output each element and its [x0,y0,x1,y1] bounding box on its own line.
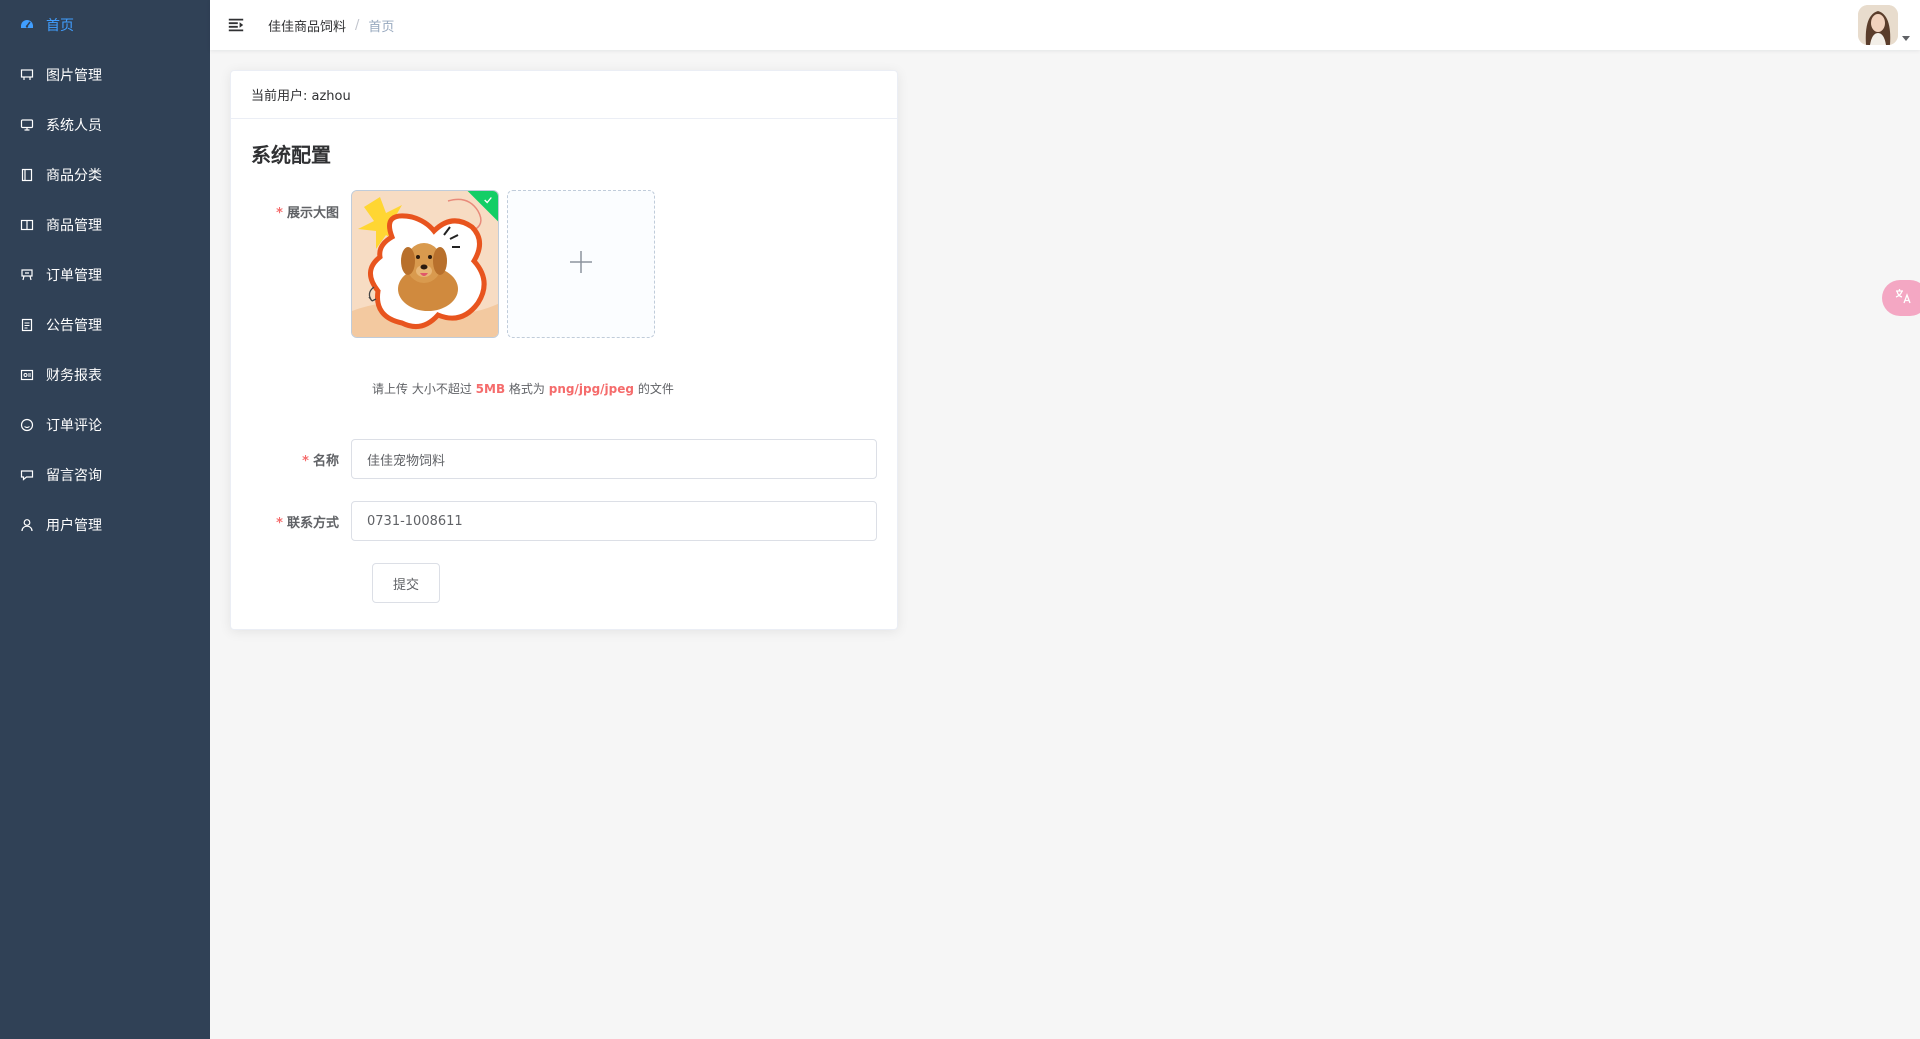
report-icon [20,368,34,382]
breadcrumb-item-site[interactable]: 佳佳商品饲料 [268,16,346,35]
sidebar-item-label: 订单评论 [46,418,102,434]
sidebar-item-label: 订单管理 [46,268,102,284]
user-icon [20,518,34,532]
book-icon [20,218,34,232]
sidebar-item-products[interactable]: 商品管理 [0,200,210,250]
breadcrumb-item-home: 首页 [368,19,395,35]
sidebar-item-label: 公告管理 [46,318,102,334]
sidebar-item-label: 用户管理 [46,518,102,534]
sidebar-item-pictures[interactable]: 图片管理 [0,50,210,100]
hint-prefix: 请上传 大小不超过 [372,382,472,396]
plus-icon [567,248,595,280]
system-config-card: 当前用户: azhou 系统配置 * 展示大图 请上传 大小不超过 5MB 格式… [230,70,898,630]
submit-button[interactable]: 提交 [372,563,441,603]
upload-list [351,190,655,338]
translate-icon [1894,287,1912,309]
hint-formats: png/jpg/jpeg [548,382,634,396]
picture-icon [20,68,34,82]
document-icon [20,318,34,332]
uploaded-image-thumbnail[interactable] [351,190,499,338]
sidebar-item-home[interactable]: 首页 [0,0,210,50]
check-icon [481,193,495,207]
dashboard-icon [20,18,34,32]
current-user-text: 当前用户: azhou [251,89,351,104]
contact-input[interactable] [351,501,877,541]
upload-form-item: * 展示大图 [251,190,877,338]
hamburger-icon[interactable] [226,15,246,35]
contact-label-text: 联系方式 [286,515,339,531]
sidebar-item-staff[interactable]: 系统人员 [0,100,210,150]
top-navbar: 佳佳商品饲料 / 首页 [210,0,1920,50]
required-mark: * [276,206,283,221]
sidebar-item-label: 图片管理 [46,68,102,84]
sidebar-item-label: 商品管理 [46,218,102,234]
sidebar-item-label: 财务报表 [46,368,102,384]
hint-size: 5MB [475,382,506,396]
upload-hint: 请上传 大小不超过 5MB 格式为 png/jpg/jpeg 的文件 [372,380,877,397]
name-form-item: * 名称 [251,439,877,479]
chevron-down-icon[interactable] [1902,36,1910,41]
sidebar-item-label: 留言咨询 [46,468,102,484]
upload-add-button[interactable] [507,190,655,338]
avatar[interactable] [1858,5,1898,45]
name-input[interactable] [351,439,877,479]
comment-icon [20,418,34,432]
translate-floating-button[interactable] [1882,280,1920,316]
submit-row: 提交 [372,563,877,603]
hint-mid: 格式为 [508,382,545,396]
sidebar-item-label: 首页 [46,18,74,34]
breadcrumb-separator: / [355,17,360,33]
contact-form-item: * 联系方式 [251,501,877,541]
name-label: * 名称 [251,450,351,469]
order-icon [20,268,34,282]
sidebar: 首页 图片管理 系统人员 商品分类 商品管理 订单管理 公告管理 财务报表 订单… [0,0,210,1039]
sidebar-item-announcements[interactable]: 公告管理 [0,300,210,350]
user-avatar-dropdown[interactable] [1858,5,1910,45]
sidebar-item-orders[interactable]: 订单管理 [0,250,210,300]
category-icon [20,168,34,182]
sidebar-item-order-comments[interactable]: 订单评论 [0,400,210,450]
name-label-text: 名称 [312,453,339,469]
upload-label-text: 展示大图 [286,206,339,221]
sidebar-item-label: 系统人员 [46,118,102,134]
required-mark: * [276,515,283,531]
monitor-icon [20,118,34,132]
breadcrumb: 佳佳商品饲料 / 首页 [268,16,394,35]
sidebar-item-messages[interactable]: 留言咨询 [0,450,210,500]
sidebar-item-label: 商品分类 [46,168,102,184]
sidebar-item-finance[interactable]: 财务报表 [0,350,210,400]
upload-label: * 展示大图 [251,190,351,338]
section-title: 系统配置 [251,143,331,167]
current-user-header: 当前用户: azhou [231,71,897,119]
sidebar-item-users[interactable]: 用户管理 [0,500,210,550]
dog-image [352,191,498,337]
contact-label: * 联系方式 [251,512,351,531]
card-body: 系统配置 * 展示大图 请上传 大小不超过 5MB 格式为 png/jpg/jp… [231,119,897,623]
required-mark: * [302,453,309,469]
sidebar-item-categories[interactable]: 商品分类 [0,150,210,200]
message-icon [20,468,34,482]
hint-suffix: 的文件 [637,382,674,396]
